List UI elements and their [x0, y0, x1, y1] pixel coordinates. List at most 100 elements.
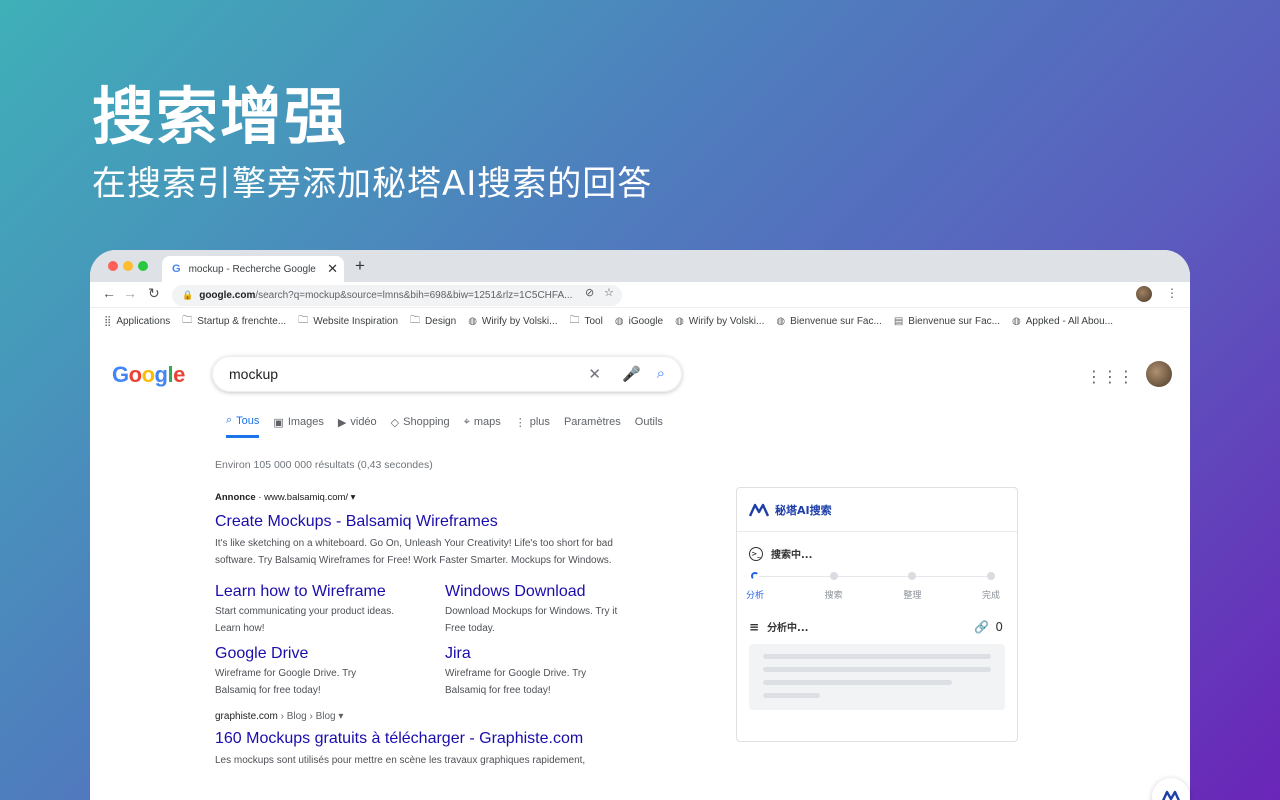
bookmark-label: Design: [425, 315, 457, 327]
reload-icon[interactable]: ↻: [148, 285, 160, 302]
ai-status-row: >_ 搜索中...: [737, 546, 1017, 561]
ad-sitelinks: Learn how to Wireframe Start communicati…: [215, 583, 617, 699]
page-icon: ▤: [893, 315, 904, 327]
browser-menu-icon[interactable]: ⋮: [1166, 286, 1178, 300]
sitelink-title[interactable]: Windows Download: [445, 583, 625, 601]
tab-maps[interactable]: ⌖ maps: [464, 414, 501, 438]
globe-icon: ◍: [675, 315, 684, 327]
step-label: 整理: [903, 591, 922, 601]
address-host: google.com: [199, 290, 256, 301]
result-stats: Environ 105 000 000 résultats (0,43 seco…: [215, 459, 433, 471]
clear-search-icon[interactable]: ✕: [588, 365, 601, 383]
sitelink: Windows Download Download Mockups for Wi…: [445, 583, 625, 637]
profile-avatar[interactable]: [1136, 286, 1152, 302]
bookmark-label: Startup & frenchte...: [197, 315, 287, 327]
bookmark-item[interactable]: ◍ Bienvenue sur Fac...: [776, 316, 881, 327]
folder-icon: 🗀: [569, 314, 580, 326]
ad-result-title[interactable]: Create Mockups - Balsamiq Wireframes: [215, 513, 615, 531]
back-icon[interactable]: ←: [102, 285, 116, 301]
bookmark-item[interactable]: ◍ Wirify by Volski...: [468, 316, 557, 327]
search-query: mockup: [229, 366, 279, 382]
bookmark-item[interactable]: 🗀 Tool: [570, 313, 603, 330]
search-tabs: ⌕ Tous ▣ Images ▶ vidéo ◇ Shopping ⌖ maps ⋮ plus Par…: [226, 414, 663, 438]
bookmark-label: Bienvenue sur Fac...: [908, 315, 1000, 327]
bookmark-item[interactable]: ⣿ Applications: [104, 316, 170, 327]
bookmark-item[interactable]: 🗀 Design: [410, 313, 456, 330]
sitelink-description: Start communicating your product ideas. …: [215, 606, 394, 634]
lock-icon: 🔒: [182, 290, 194, 300]
progress-step: 分析: [735, 571, 775, 601]
tab-images[interactable]: ▣ Images: [273, 414, 323, 438]
bookmark-item[interactable]: 🗀 Startup & frenchte...: [182, 313, 286, 330]
bookmark-item[interactable]: ▤ Bienvenue sur Fac...: [894, 316, 1000, 327]
sitelink-title[interactable]: Learn how to Wireframe: [215, 583, 445, 601]
browser-window: G mockup - Recherche Google ✕ + ← → ↻ 🔒 …: [90, 250, 1190, 800]
google-apps-icon[interactable]: ⋮⋮⋮: [1086, 367, 1134, 387]
search-icon[interactable]: ⌕: [657, 365, 665, 382]
bookmark-label: iGoogle: [628, 315, 664, 327]
organic-result-title[interactable]: 160 Mockups gratuits à télécharger - Gra…: [215, 730, 615, 748]
step-dot: [987, 572, 995, 580]
tab-outils[interactable]: Outils: [635, 414, 663, 438]
pin-icon: ⌖: [463, 415, 470, 428]
tab-label: Images: [287, 416, 324, 428]
google-logo[interactable]: Google: [112, 362, 185, 388]
address-bar[interactable]: 🔒 google.com /search?q=mockup&source=lmn…: [172, 285, 622, 306]
loading-skeleton: [749, 644, 1005, 710]
tab-label: Outils: [634, 416, 663, 428]
sitelink-description: Wireframe for Google Drive. Try Balsamiq…: [215, 668, 357, 696]
progress-step: 完成: [971, 571, 1011, 601]
bookmark-item[interactable]: 🗀 Website Inspiration: [298, 313, 398, 330]
tab-label: Tous: [236, 414, 260, 427]
new-tab-icon[interactable]: +: [355, 256, 365, 276]
close-tab-icon[interactable]: ✕: [327, 261, 338, 277]
folder-icon: 🗀: [298, 314, 309, 326]
source-link-count[interactable]: 🔗 0: [974, 620, 1003, 634]
link-icon: 🔗: [974, 619, 990, 634]
browser-tab[interactable]: G mockup - Recherche Google ✕: [162, 256, 344, 282]
ad-result-description: It's like sketching on a whiteboard. Go …: [215, 538, 613, 566]
tab-shopping[interactable]: ◇ Shopping: [391, 414, 450, 438]
search-input[interactable]: mockup ✕ 🎤 ⌕: [212, 356, 682, 392]
minimize-window-button[interactable]: [123, 261, 133, 271]
sitelink: Google Drive Wireframe for Google Drive.…: [215, 645, 445, 699]
image-icon: ▣: [273, 416, 284, 429]
tab-title: mockup - Recherche Google: [188, 263, 316, 275]
ai-panel-header: 秘塔AI搜索: [737, 488, 1017, 532]
sitelink-title[interactable]: Jira: [445, 645, 625, 663]
bookmark-star-icon[interactable]: ☆: [604, 286, 614, 299]
close-window-button[interactable]: [108, 261, 118, 271]
bookmark-label: Tool: [584, 315, 603, 327]
sitelink-title[interactable]: Google Drive: [215, 645, 445, 663]
browser-toolbar: ← → ↻ 🔒 google.com /search?q=mockup&sour…: [90, 282, 1190, 308]
video-icon: ▶: [337, 416, 347, 429]
skeleton-line: [763, 680, 953, 685]
tag-icon: ◇: [390, 416, 400, 429]
bookmark-label: Applications: [116, 315, 171, 327]
tab-paramètres[interactable]: Paramètres: [564, 414, 621, 438]
microphone-icon[interactable]: 🎤: [622, 365, 641, 383]
bookmark-item[interactable]: ◍ iGoogle: [615, 316, 663, 327]
step-label: 完成: [981, 591, 1000, 601]
ad-badge: Annonce: [215, 492, 256, 503]
metaso-ai-panel: 秘塔AI搜索 >_ 搜索中... 分析 搜索 整理 完成 ≡ 分析中... 🔗 0: [736, 487, 1018, 742]
ai-brand-name: 秘塔AI搜索: [775, 503, 832, 517]
step-dot: [829, 572, 838, 580]
ai-analyzing-text: 分析中...: [767, 623, 809, 634]
maximize-window-button[interactable]: [138, 261, 148, 271]
blocked-popup-icon[interactable]: ⊘: [585, 286, 594, 299]
bookmark-item[interactable]: ◍ Appked - All Abou...: [1012, 316, 1113, 327]
tab-vidéo[interactable]: ▶ vidéo: [338, 414, 377, 438]
organic-host[interactable]: graphiste.com: [215, 711, 278, 722]
tab-label: Paramètres: [563, 416, 621, 428]
ad-url[interactable]: www.balsamiq.com/: [264, 492, 348, 503]
forward-icon[interactable]: →: [123, 285, 137, 301]
account-avatar[interactable]: [1146, 361, 1172, 387]
bookmark-label: Wirify by Volski...: [481, 315, 558, 327]
google-results-page: Google mockup ✕ 🎤 ⌕ ⋮⋮⋮ ⌕ Tous ▣ Images ▶ vid…: [90, 334, 1190, 800]
sitelink-description: Wireframe for Google Drive. Try Balsamiq…: [445, 668, 587, 696]
bookmark-item[interactable]: ◍ Wirify by Volski...: [675, 316, 764, 327]
tab-tous[interactable]: ⌕ Tous: [226, 414, 260, 438]
tab-plus[interactable]: ⋮ plus: [515, 414, 550, 438]
globe-icon: ◍: [1012, 315, 1021, 327]
